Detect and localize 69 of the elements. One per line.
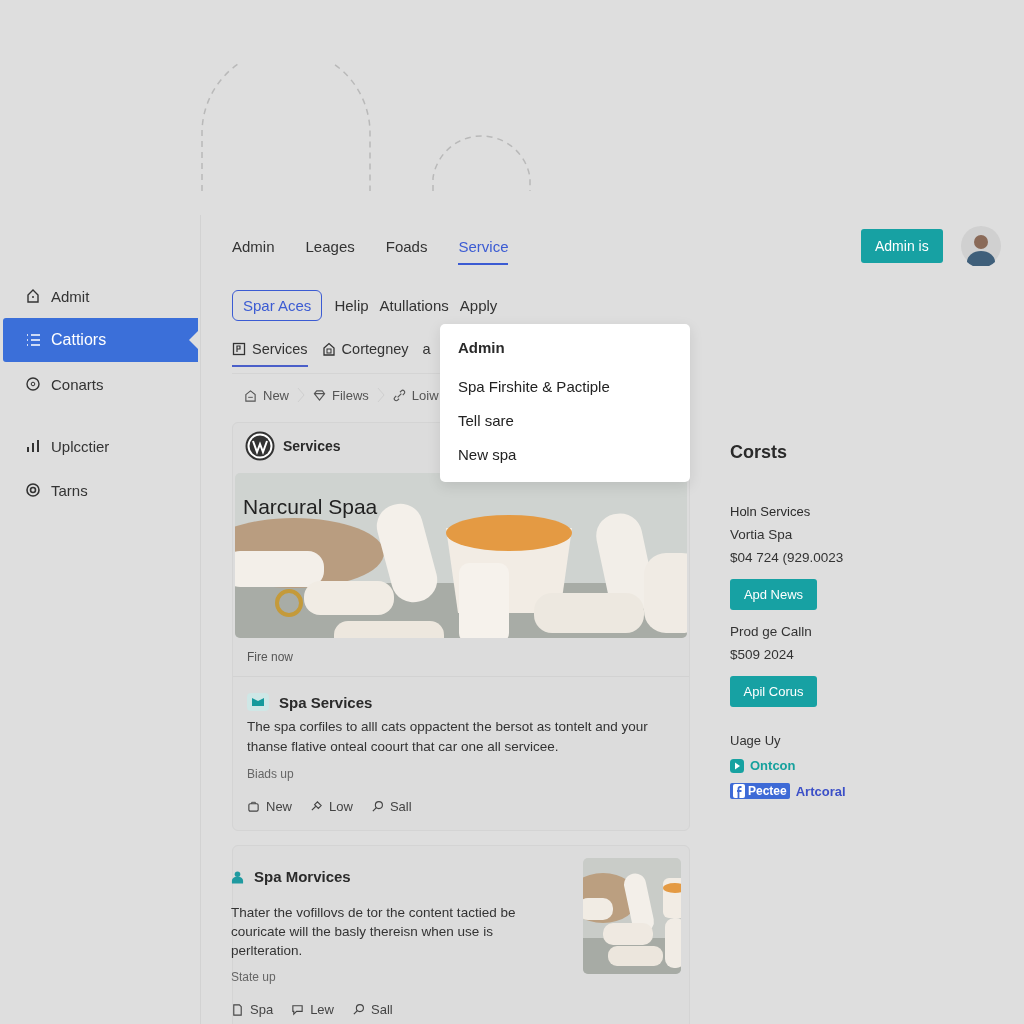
section-tab[interactable]: a xyxy=(422,335,431,367)
nav-tab[interactable]: Leages xyxy=(305,238,355,265)
breadcrumb-item[interactable]: New xyxy=(244,387,289,403)
sidebar-item[interactable]: Admit xyxy=(0,274,198,318)
description-text: Thater the vofillovs de tor the content tactied be couricate will the basly thereisn when use is perlteration. xyxy=(231,904,517,960)
link[interactable]: Artcoral xyxy=(795,783,846,799)
book-icon xyxy=(247,693,269,711)
pin-icon xyxy=(310,800,323,813)
document-icon xyxy=(231,1003,244,1016)
entry-price: $509 2024 xyxy=(730,647,795,662)
facebook-icon xyxy=(733,784,745,798)
card-footer-text: Fire now xyxy=(233,638,689,677)
bag-icon xyxy=(247,800,260,813)
section-title: Spa Services xyxy=(279,693,373,711)
action-link[interactable]: Sall xyxy=(370,799,412,814)
action-link[interactable]: Sall xyxy=(352,1002,393,1017)
house-icon xyxy=(244,388,257,402)
menu-item[interactable]: Spa Firshite & Pactiple xyxy=(458,378,672,412)
badge[interactable]: Pectee xyxy=(730,783,790,799)
square-icon xyxy=(232,342,246,356)
diamond-icon xyxy=(313,388,326,402)
play-icon xyxy=(730,758,744,773)
breadcrumb-item[interactable]: Loiw xyxy=(392,387,439,403)
logo-icon xyxy=(245,431,275,461)
sidebar-item[interactable]: Conarts xyxy=(0,362,198,406)
list-icon xyxy=(25,332,41,348)
entry-name: Vortia Spa xyxy=(730,527,794,542)
filter-tab[interactable]: Helip xyxy=(334,290,369,320)
menu-item[interactable]: Tell sare xyxy=(458,412,672,446)
comment-icon xyxy=(291,1003,305,1016)
picture-caption: Narcural Spaa xyxy=(243,495,378,519)
nav-tab[interactable]: Foads xyxy=(385,238,428,265)
meta-text: Biads up xyxy=(247,767,295,781)
bar-chart-icon xyxy=(25,438,41,454)
nav-tab[interactable]: Service xyxy=(458,238,509,265)
avatar[interactable] xyxy=(960,226,1001,266)
search-icon xyxy=(352,1003,365,1016)
filter-tab[interactable]: Apply xyxy=(459,290,498,320)
panel-title: Corsts xyxy=(730,442,788,463)
house-icon xyxy=(321,342,336,356)
circle-icon xyxy=(25,376,41,392)
search-icon xyxy=(370,800,384,813)
menu-title: Admin xyxy=(458,339,506,356)
panel-subtitle: Holn Services xyxy=(730,504,812,519)
action-link[interactable]: New xyxy=(247,799,292,814)
action-link[interactable]: Low xyxy=(310,799,353,814)
action-link[interactable]: Spa xyxy=(231,1002,274,1017)
sidebar-item[interactable]: Tarns xyxy=(0,468,198,512)
card-title: Services xyxy=(283,438,341,454)
action-link[interactable]: Lew xyxy=(291,1002,334,1017)
nav-tab[interactable]: Admin xyxy=(232,238,275,265)
breadcrumb-item[interactable]: Filews xyxy=(313,387,369,403)
entry-price: $04 724 (929.0023 xyxy=(730,550,845,565)
meta-text: State up xyxy=(231,970,277,984)
menu-item[interactable]: New spa xyxy=(458,446,672,480)
house-icon xyxy=(25,288,41,304)
entry-name: Prod ge Calln xyxy=(730,624,813,639)
person-icon xyxy=(231,869,244,884)
filter-tab[interactable]: Atullations xyxy=(379,290,449,320)
sidebar-item[interactable]: Cattiors xyxy=(3,318,198,362)
sidebar-item[interactable]: Uplcctier xyxy=(0,424,198,468)
panel-label: Uage Uy xyxy=(730,733,782,748)
filter-tab[interactable]: Spar Aces xyxy=(232,289,323,321)
target-icon xyxy=(25,482,41,498)
section-title: Spa Morvices xyxy=(254,868,351,885)
description-text: The spa corfiles to alll cats oppactent the bersot as tontelt and your thanse flative onteal coourt that car one all servicee. xyxy=(247,718,649,756)
section-tab[interactable]: Cortegney xyxy=(321,335,409,367)
section-tab[interactable]: Services xyxy=(232,335,308,367)
link-icon xyxy=(392,388,406,402)
